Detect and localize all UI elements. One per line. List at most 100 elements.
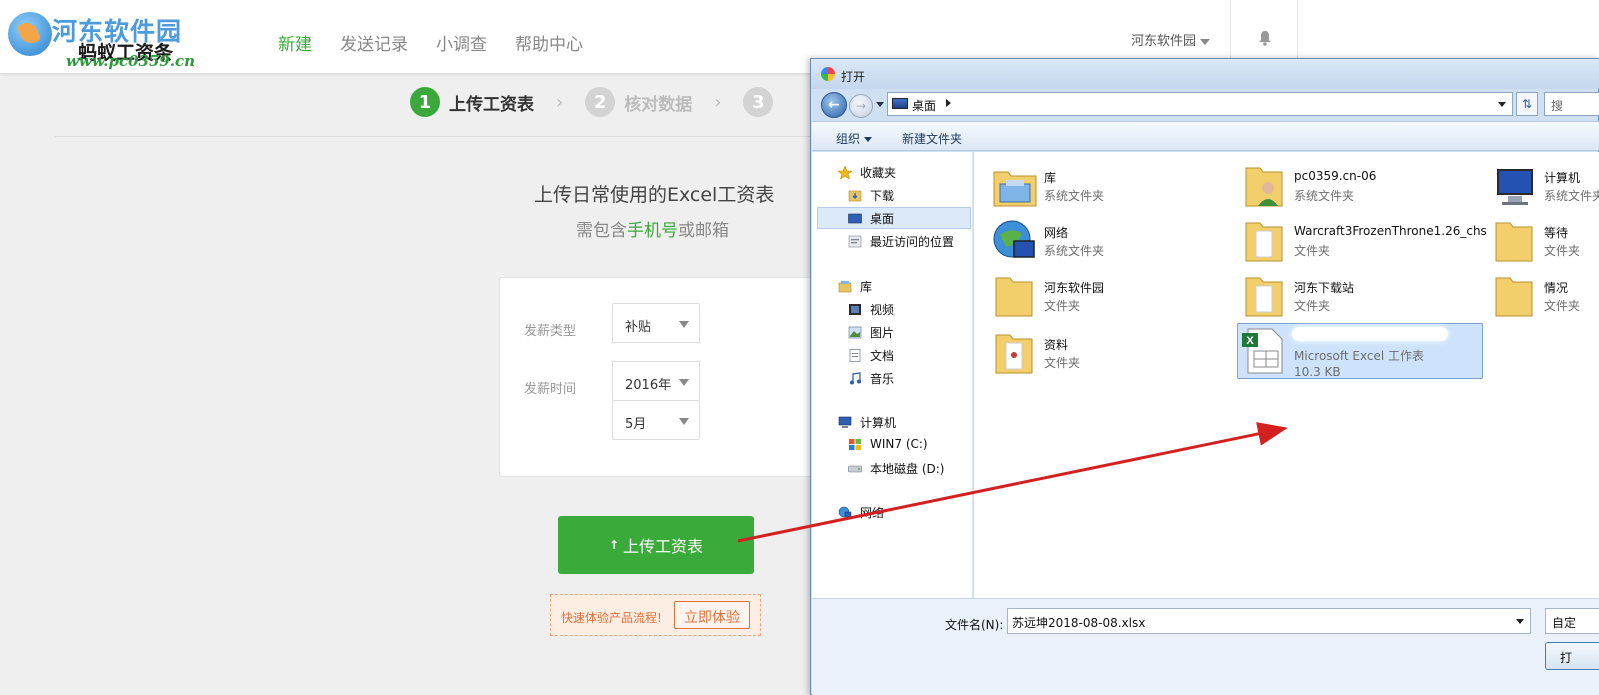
nav-network[interactable]: 网络 (838, 504, 884, 521)
nav-favorites[interactable]: 收藏夹 (838, 164, 896, 181)
nav-favorites-label: 收藏夹 (860, 166, 897, 180)
site-logo[interactable]: 河东软件园 蚂蚁工资条 www.pc0359.cn (8, 8, 208, 70)
step-2-label: 核对数据 (624, 94, 693, 115)
nav-send-records[interactable]: 发送记录 (340, 30, 408, 55)
nav-videos-label: 视频 (870, 303, 895, 317)
organize-label: 组织 (836, 132, 861, 146)
folder-icon (995, 277, 1033, 317)
download-folder-icon (848, 190, 862, 202)
user-menu[interactable]: 河东软件园 (1131, 30, 1211, 49)
file-item-libraries[interactable]: 库 系统文件夹 (992, 162, 1232, 214)
chevron-down-icon[interactable] (1516, 619, 1524, 624)
file-item-network[interactable]: 网络 系统文件夹 (992, 217, 1232, 269)
desktop-icon (848, 213, 862, 224)
file-item-warcraft-folder[interactable]: Warcraft3FrozenThrone1.26_chs 文件夹 (1242, 217, 1487, 269)
file-name: 资料 (1044, 338, 1069, 352)
file-item-hedong-folder[interactable]: 河东软件园 文件夹 (992, 272, 1232, 324)
music-icon (850, 372, 861, 385)
file-type-filter[interactable]: 自定 (1545, 608, 1599, 634)
nav-desktop[interactable]: 桌面 (848, 210, 894, 227)
nav-new[interactable]: 新建 (278, 30, 312, 55)
nav-recent[interactable]: 最近访问的位置 (848, 233, 954, 250)
salary-form-card: 发薪类型 补贴 发薪时间 2016年 5月 (499, 277, 819, 477)
salary-type-select[interactable]: 补贴 (612, 303, 700, 343)
back-arrow-icon[interactable]: ← (821, 92, 847, 118)
folder-icon (1495, 222, 1533, 262)
folder-icon (1245, 222, 1283, 262)
nav-computer-label: 计算机 (860, 416, 897, 430)
search-input[interactable]: 搜 (1544, 92, 1599, 116)
file-name: 情况 (1544, 281, 1569, 295)
redacted-filename (1292, 327, 1448, 341)
nav-drive-d-label: 本地磁盘 (D:) (870, 462, 945, 476)
file-name: 库 (1044, 171, 1057, 185)
nav-libraries[interactable]: 库 (838, 278, 872, 295)
network-globe-icon (993, 220, 1035, 258)
file-type-name: Microsoft Excel 工作表 (1294, 349, 1425, 363)
chevron-right-icon[interactable] (946, 99, 951, 107)
app-icon (821, 67, 835, 81)
file-size: 10.3 KB (1294, 365, 1341, 379)
file-item-excel-selected[interactable]: X Microsoft Excel 工作表 10.3 KB (1242, 327, 1482, 379)
filename-input[interactable]: 苏远坤2018-08-08.xlsx (1007, 608, 1531, 634)
nav-drive-c[interactable]: WIN7 (C:) (848, 437, 928, 451)
history-dropdown-icon[interactable] (876, 102, 884, 107)
year-select[interactable]: 2016年 (612, 361, 700, 401)
try-now-button[interactable]: 立即体验 (674, 601, 750, 629)
file-name: 河东软件园 (1044, 281, 1105, 295)
computer-icon (838, 416, 852, 428)
library-folder-icon (993, 171, 1037, 207)
upload-salary-button[interactable]: ↑ 上传工资表 (558, 516, 754, 574)
dialog-footer: 文件名(N): 苏远坤2018-08-08.xlsx 自定 打 (812, 598, 1599, 695)
network-icon (838, 506, 852, 518)
file-item-materials-folder[interactable]: 资料 文件夹 (992, 329, 1232, 381)
open-button[interactable]: 打 (1545, 642, 1599, 670)
document-icon (849, 349, 861, 362)
open-file-dialog: 打开 ← → 桌面 ⇅ 搜 组织 新建文件夹 收藏夹 下载 桌面 最近访问的位置… (810, 58, 1599, 695)
nav-videos[interactable]: 视频 (848, 301, 894, 318)
dialog-title-bar[interactable]: 打开 (811, 59, 1599, 89)
nav-help-center[interactable]: 帮助中心 (515, 30, 583, 55)
file-item-folder-status[interactable]: 情况 文件夹 (1492, 272, 1599, 324)
chevron-down-icon[interactable] (1498, 102, 1506, 107)
file-list-pane: 库 系统文件夹 pc0359.cn-06 系统文件夹 计算机 系统文件夹 网络 … (974, 152, 1599, 598)
nav-documents[interactable]: 文档 (848, 347, 894, 364)
forward-arrow-icon[interactable]: → (849, 94, 873, 118)
file-type: 系统文件夹 (1044, 244, 1105, 258)
refresh-icon[interactable]: ⇅ (1516, 92, 1538, 116)
library-icon (838, 281, 852, 293)
file-name: 网络 (1044, 226, 1069, 240)
folder-icon (1245, 277, 1283, 317)
nav-computer[interactable]: 计算机 (838, 414, 896, 431)
hard-drive-icon (848, 465, 862, 473)
chevron-right-icon: › (556, 91, 564, 113)
file-item-folder-wait[interactable]: 等待 文件夹 (1492, 217, 1599, 269)
month-select[interactable]: 5月 (612, 400, 700, 440)
file-item-download-site-folder[interactable]: 河东下载站 文件夹 (1242, 272, 1482, 324)
caret-down-icon (864, 137, 873, 142)
month-value: 5月 (625, 417, 647, 432)
new-folder-button[interactable]: 新建文件夹 (902, 130, 962, 147)
folder-icon (995, 334, 1033, 374)
nav-drive-d[interactable]: 本地磁盘 (D:) (848, 460, 944, 477)
nav-downloads-label: 下载 (870, 189, 895, 203)
upload-requirement: 需包含手机号或邮箱 (576, 216, 729, 241)
dialog-title: 打开 (841, 70, 866, 84)
watermark-url: www.pc0359.cn (66, 52, 196, 70)
filename-value: 苏远坤2018-08-08.xlsx (1012, 616, 1146, 630)
navigation-pane: 收藏夹 下载 桌面 最近访问的位置 库 视频 图片 文档 音乐 计算机 WIN7… (812, 152, 973, 598)
nav-survey[interactable]: 小调查 (436, 30, 487, 55)
file-name: 河东下载站 (1294, 281, 1355, 295)
bell-icon (1259, 31, 1271, 46)
nav-music[interactable]: 音乐 (848, 370, 894, 387)
video-icon (849, 304, 861, 315)
file-item-computer[interactable]: 计算机 系统文件夹 (1492, 162, 1599, 214)
address-bar[interactable]: 桌面 (887, 92, 1513, 116)
nav-pictures-label: 图片 (870, 326, 895, 340)
file-item-user-folder[interactable]: pc0359.cn-06 系统文件夹 (1242, 162, 1482, 214)
organize-button[interactable]: 组织 (836, 130, 873, 147)
quick-try-text: 快速体验产品流程! (561, 611, 662, 625)
nav-downloads[interactable]: 下载 (848, 187, 894, 204)
desktop-icon (892, 98, 908, 109)
nav-pictures[interactable]: 图片 (848, 324, 894, 341)
